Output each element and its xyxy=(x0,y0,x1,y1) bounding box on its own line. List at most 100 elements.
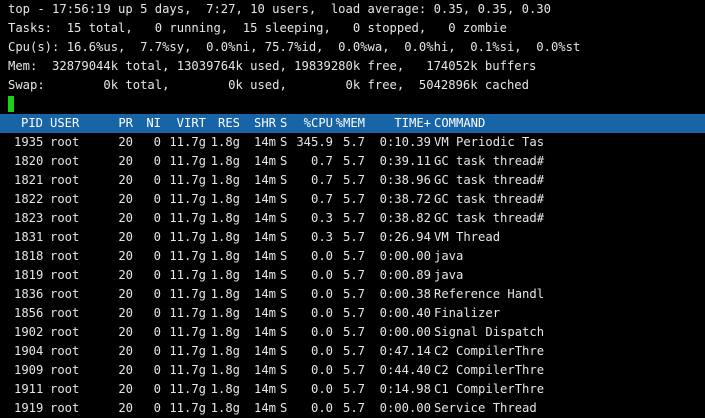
cell-res: 1.8g xyxy=(210,344,240,358)
cell-cpu: 0.0 xyxy=(310,363,333,377)
process-row: 1911 root 20 0 11.7g 1.8g 14m S 0.0 5.7 0:14.98 C1 … xyxy=(0,380,705,399)
cell-shr: 14m xyxy=(253,382,276,396)
cell-ni: 0 xyxy=(153,135,161,149)
cell-shr: 14m xyxy=(253,287,276,301)
cell-shr: 14m xyxy=(253,192,276,206)
cell-res: 1.8g xyxy=(210,287,240,301)
cell-command: C2 CompilerThre xyxy=(434,344,545,358)
cell-command: VM Thread xyxy=(434,230,501,244)
cell-pr: 20 xyxy=(118,173,133,187)
cell-res: 1.8g xyxy=(210,192,240,206)
column-header-pr: PR xyxy=(118,116,133,130)
cell-pid: 1831 xyxy=(14,230,44,244)
column-header-shr: SHR xyxy=(253,116,276,130)
swap-line: Swap: 0k total, 0k used, 0k free, 504289… xyxy=(8,78,529,92)
cell-user: root xyxy=(50,344,80,358)
column-header-ni: NI xyxy=(146,116,161,130)
cell-shr: 14m xyxy=(253,401,276,415)
cell-res: 1.8g xyxy=(210,135,240,149)
cell-pr: 20 xyxy=(118,382,133,396)
cell-pr: 20 xyxy=(118,135,133,149)
cell-res: 1.8g xyxy=(210,306,240,320)
cell-time: 0:14.98 xyxy=(379,382,431,396)
column-header-pid: PID xyxy=(20,116,43,130)
cell-shr: 14m xyxy=(253,135,276,149)
cell-user: root xyxy=(50,382,80,396)
cell-cpu: 0.7 xyxy=(310,173,333,187)
cell-pid: 1904 xyxy=(14,344,44,358)
cell-user: root xyxy=(50,135,80,149)
cell-pid: 1935 xyxy=(14,135,44,149)
cell-command: Signal Dispatch xyxy=(434,325,545,339)
cell-pr: 20 xyxy=(118,306,133,320)
terminal-window[interactable]: top - 17:56:19 up 5 days, 7:27, 10 users… xyxy=(0,0,705,418)
cell-cpu: 0.0 xyxy=(310,344,333,358)
process-row: 1819 root 20 0 11.7g 1.8g 14m S 0.0 5.7 0:00.89 jav… xyxy=(0,266,705,285)
cell-virt: 11.7g xyxy=(169,135,206,149)
cell-virt: 11.7g xyxy=(169,173,206,187)
cell-state: S xyxy=(280,135,288,149)
cell-ni: 0 xyxy=(153,382,161,396)
cell-pr: 20 xyxy=(118,401,133,415)
cell-command: VM Periodic Tas xyxy=(434,135,545,149)
cell-ni: 0 xyxy=(153,344,161,358)
cell-pr: 20 xyxy=(118,154,133,168)
cell-user: root xyxy=(50,268,80,282)
cell-user: root xyxy=(50,325,80,339)
process-row: 1909 root 20 0 11.7g 1.8g 14m S 0.0 5.7 0:44.40 C2 … xyxy=(0,361,705,380)
cell-res: 1.8g xyxy=(210,325,240,339)
cell-state: S xyxy=(280,287,288,301)
cell-pr: 20 xyxy=(118,211,133,225)
cell-ni: 0 xyxy=(153,192,161,206)
cell-cpu: 0.0 xyxy=(310,382,333,396)
cell-ni: 0 xyxy=(153,363,161,377)
cell-ni: 0 xyxy=(153,306,161,320)
cell-mem: 5.7 xyxy=(342,192,365,206)
cell-command: C1 CompilerThre xyxy=(434,382,545,396)
cell-state: S xyxy=(280,249,288,263)
cell-mem: 5.7 xyxy=(342,230,365,244)
cell-state: S xyxy=(280,173,288,187)
cell-state: S xyxy=(280,192,288,206)
cell-cpu: 0.0 xyxy=(310,401,333,415)
cell-shr: 14m xyxy=(253,249,276,263)
cell-command: GC task thread# xyxy=(434,192,545,206)
cell-virt: 11.7g xyxy=(169,344,206,358)
cell-shr: 14m xyxy=(253,173,276,187)
process-row: 1904 root 20 0 11.7g 1.8g 14m S 0.0 5.7 0:47.14 C2 … xyxy=(0,342,705,361)
column-header-command: COMMAND xyxy=(434,116,486,130)
column-header-res: RES xyxy=(217,116,240,130)
cell-shr: 14m xyxy=(253,344,276,358)
process-row: 1836 root 20 0 11.7g 1.8g 14m S 0.0 5.7 0:00.38 Ref… xyxy=(0,285,705,304)
cell-time: 0:10.39 xyxy=(379,135,431,149)
cell-state: S xyxy=(280,363,288,377)
cell-res: 1.8g xyxy=(210,363,240,377)
cell-pr: 20 xyxy=(118,325,133,339)
cell-ni: 0 xyxy=(153,268,161,282)
process-row: 1902 root 20 0 11.7g 1.8g 14m S 0.0 5.7 0:00.00 Sig… xyxy=(0,323,705,342)
column-header-cpu: %CPU xyxy=(303,116,333,130)
cell-pid: 1820 xyxy=(14,154,44,168)
cell-time: 0:38.96 xyxy=(379,173,431,187)
cell-mem: 5.7 xyxy=(342,287,365,301)
cell-cpu: 0.7 xyxy=(310,154,333,168)
cell-virt: 11.7g xyxy=(169,306,206,320)
column-header-virt: VIRT xyxy=(176,116,206,130)
cell-cpu: 0.3 xyxy=(310,211,333,225)
header-row: PID USER PR NI VIRT RES SHR S %CPU %MEM TIME+ COMMA… xyxy=(0,114,705,133)
cell-shr: 14m xyxy=(253,211,276,225)
cell-user: root xyxy=(50,211,80,225)
cell-mem: 5.7 xyxy=(342,173,365,187)
cell-pid: 1902 xyxy=(14,325,44,339)
cell-shr: 14m xyxy=(253,154,276,168)
cell-mem: 5.7 xyxy=(342,268,365,282)
cell-command: GC task thread# xyxy=(434,154,545,168)
cell-user: root xyxy=(50,173,80,187)
cell-user: root xyxy=(50,287,80,301)
cell-mem: 5.7 xyxy=(342,211,365,225)
cell-command: java xyxy=(434,249,464,263)
cell-user: root xyxy=(50,154,80,168)
cell-time: 0:00.89 xyxy=(379,268,431,282)
process-row: 1935 root 20 0 11.7g 1.8g 14m S 345.9 5.7 0:10.39 V… xyxy=(0,133,705,152)
cell-pr: 20 xyxy=(118,268,133,282)
